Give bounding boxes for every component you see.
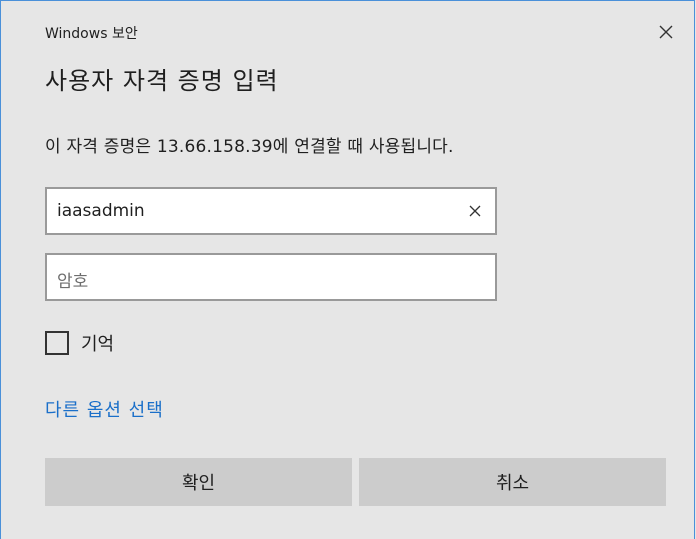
- password-placeholder: 암호: [57, 272, 89, 292]
- dialog-description: 이 자격 증명은 13.66.158.39에 연결할 때 사용됩니다.: [45, 137, 454, 157]
- ok-button[interactable]: 확인: [45, 458, 352, 506]
- password-field[interactable]: 암호: [45, 253, 497, 301]
- username-field[interactable]: iaasadmin: [45, 187, 497, 235]
- credential-dialog: Windows 보안 사용자 자격 증명 입력 이 자격 증명은 13.66.1…: [0, 0, 695, 539]
- more-options-link[interactable]: 다른 옵션 선택: [45, 396, 164, 422]
- clear-icon: [469, 205, 481, 217]
- remember-checkbox[interactable]: 기억: [45, 330, 114, 356]
- clear-username-button[interactable]: [463, 199, 487, 223]
- dialog-heading: 사용자 자격 증명 입력: [45, 67, 279, 95]
- cancel-button[interactable]: 취소: [359, 458, 666, 506]
- close-button[interactable]: [649, 15, 683, 49]
- window-title: Windows 보안: [45, 26, 138, 42]
- checkbox-unchecked-icon[interactable]: [45, 331, 69, 355]
- remember-label: 기억: [81, 334, 115, 355]
- close-icon: [659, 25, 673, 39]
- username-value: iaasadmin: [57, 201, 145, 221]
